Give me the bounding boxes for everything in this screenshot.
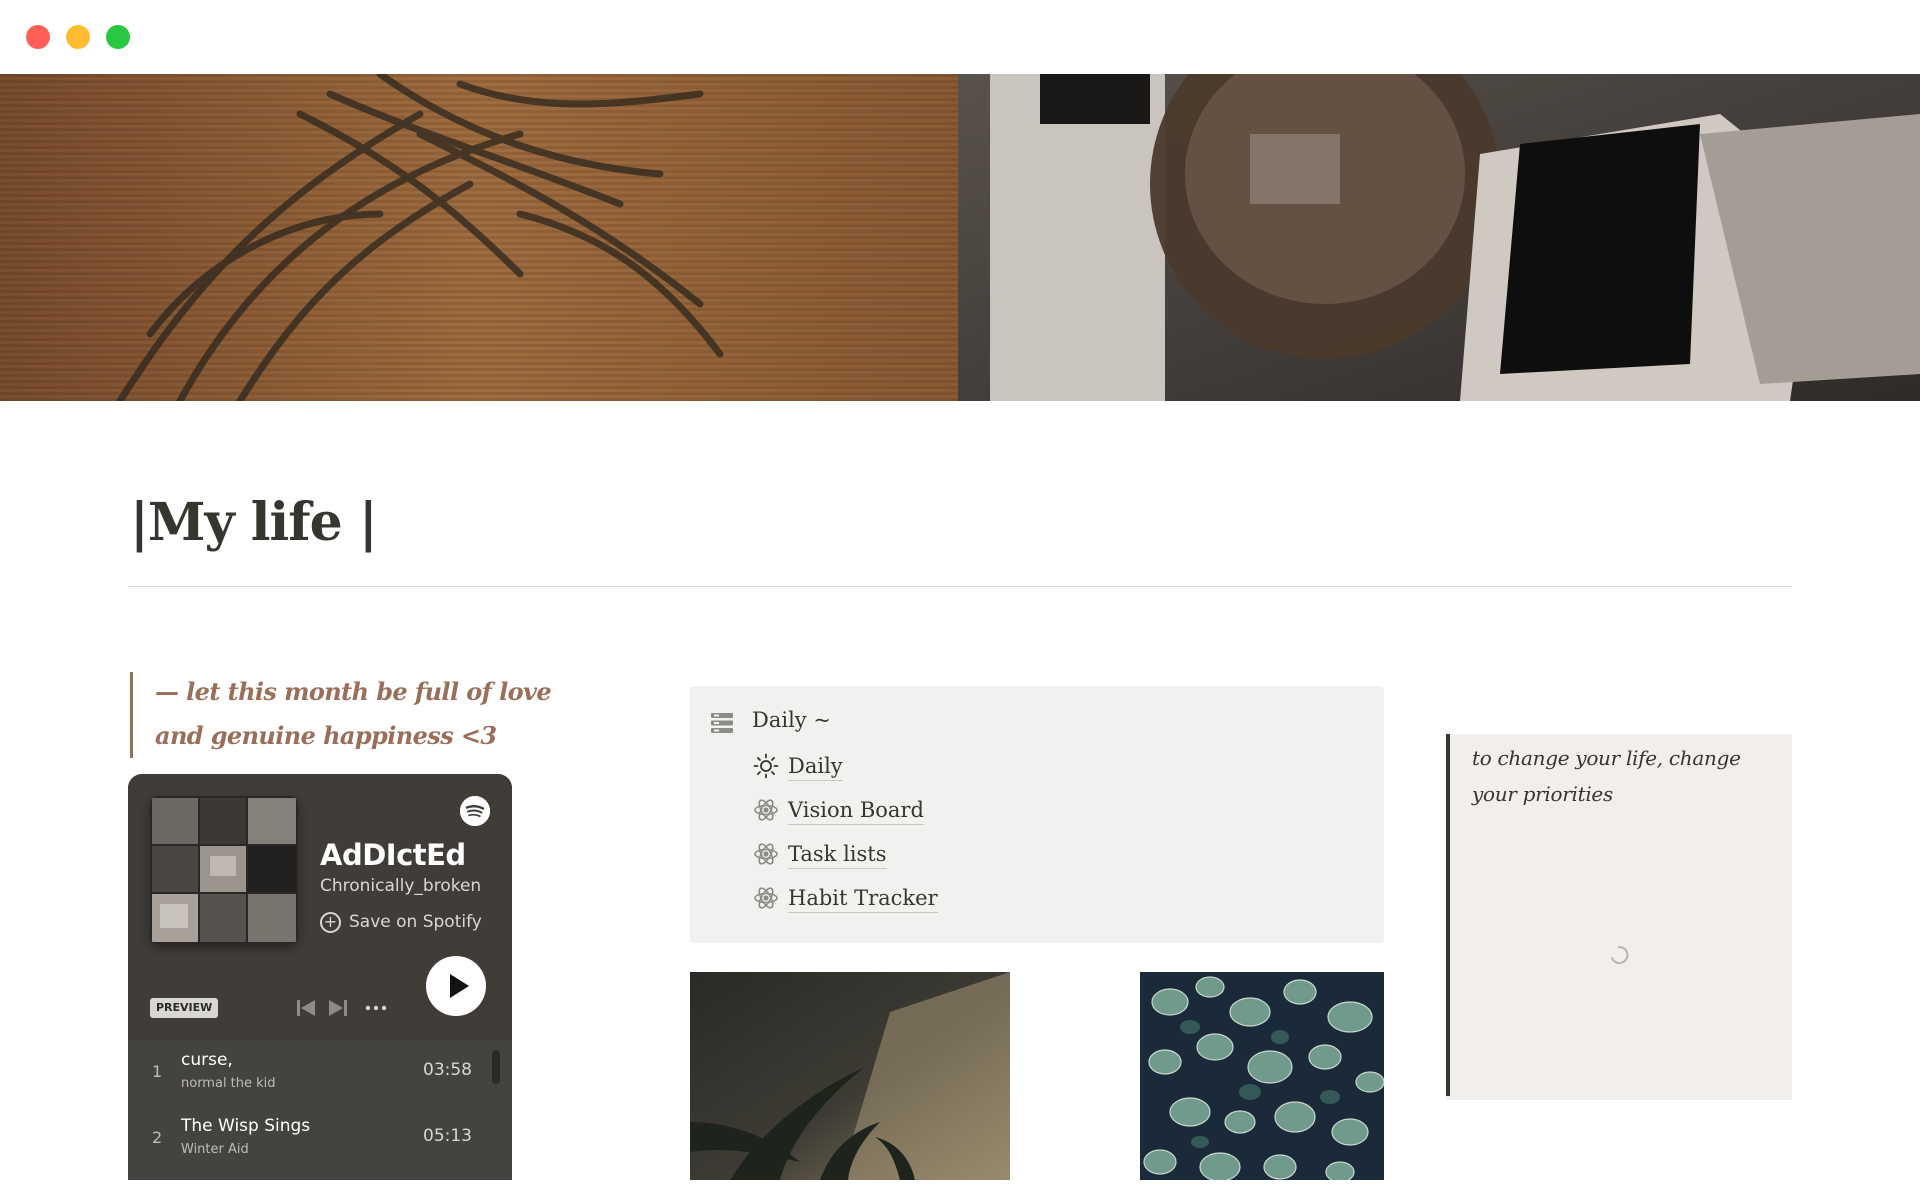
track-duration: 05:13	[423, 1126, 472, 1146]
plus-circle-icon: +	[320, 911, 341, 933]
playlist-owner[interactable]: Chronically_broken	[320, 876, 481, 896]
loading-spinner-icon	[1608, 944, 1630, 966]
track-artist: Winter Aid	[181, 1142, 249, 1157]
scrollbar-thumb[interactable]	[492, 1050, 500, 1084]
cover-image[interactable]	[0, 74, 1920, 401]
sun-icon	[752, 752, 780, 780]
close-window-button[interactable]	[26, 25, 50, 49]
title-divider	[128, 586, 1792, 587]
quote-text: — let this month be full of love and gen…	[155, 677, 552, 750]
database-icon	[710, 712, 734, 734]
atom-icon	[752, 796, 780, 824]
atom-icon	[752, 840, 780, 868]
spotify-header: AdDIctEd Chronically_broken + Save on Sp…	[128, 774, 512, 1040]
maximize-window-button[interactable]	[106, 25, 130, 49]
save-on-spotify-label: Save on Spotify	[349, 912, 482, 932]
minimize-window-button[interactable]	[66, 25, 90, 49]
track-number: 1	[152, 1062, 163, 1081]
save-on-spotify-button[interactable]: + Save on Spotify	[320, 910, 482, 934]
track-duration: 03:58	[423, 1060, 472, 1080]
page-link-daily[interactable]: Daily	[752, 750, 843, 782]
spotify-logo-icon[interactable]	[460, 796, 490, 826]
daily-callout[interactable]: Daily ~ Daily Vision Board Task lists Ha…	[690, 686, 1384, 943]
page-link-label: Vision Board	[788, 796, 924, 825]
page-link-label: Habit Tracker	[788, 884, 938, 913]
preview-badge: PREVIEW	[150, 998, 219, 1018]
track-title: The Wisp Sings	[181, 1116, 311, 1136]
page-link-habit-tracker[interactable]: Habit Tracker	[752, 882, 938, 914]
callout-title[interactable]: Daily ~	[752, 708, 831, 732]
atom-icon	[752, 884, 780, 912]
page-link-label: Daily	[788, 752, 843, 781]
track-row[interactable]: 1 curse, normal the kid 03:58	[128, 1040, 512, 1102]
quote-block-right[interactable]: to change your life, change your priorit…	[1446, 734, 1792, 1100]
play-icon	[450, 974, 469, 998]
plant-shadow-image[interactable]	[690, 972, 1010, 1180]
quote-bar	[1446, 734, 1450, 1096]
skip-back-icon[interactable]	[294, 996, 318, 1020]
track-artist: normal the kid	[181, 1076, 276, 1091]
spotify-embed[interactable]: AdDIctEd Chronically_broken + Save on Sp…	[128, 774, 512, 1180]
play-button[interactable]	[426, 956, 486, 1016]
track-number: 2	[152, 1128, 163, 1147]
track-list: 1 curse, normal the kid 03:58 2 The Wisp…	[128, 1040, 512, 1180]
skip-forward-icon[interactable]	[326, 996, 350, 1020]
window-titlebar	[0, 0, 1920, 74]
page-link-vision-board[interactable]: Vision Board	[752, 794, 924, 826]
page-title[interactable]: |My life |	[130, 492, 378, 553]
playlist-name[interactable]: AdDIctEd	[320, 838, 466, 872]
quote-text: to change your life, change your priorit…	[1472, 746, 1741, 806]
playlist-cover-image[interactable]	[150, 796, 298, 944]
track-row[interactable]: 2 The Wisp Sings Winter Aid 05:13	[128, 1106, 512, 1168]
page-link-label: Task lists	[788, 840, 887, 869]
track-title: curse,	[181, 1050, 233, 1070]
more-icon[interactable]	[364, 996, 388, 1020]
eucalyptus-leaves-image[interactable]	[1140, 972, 1384, 1180]
page-link-task-lists[interactable]: Task lists	[752, 838, 887, 870]
quote-block-left[interactable]: — let this month be full of love and gen…	[130, 672, 590, 758]
